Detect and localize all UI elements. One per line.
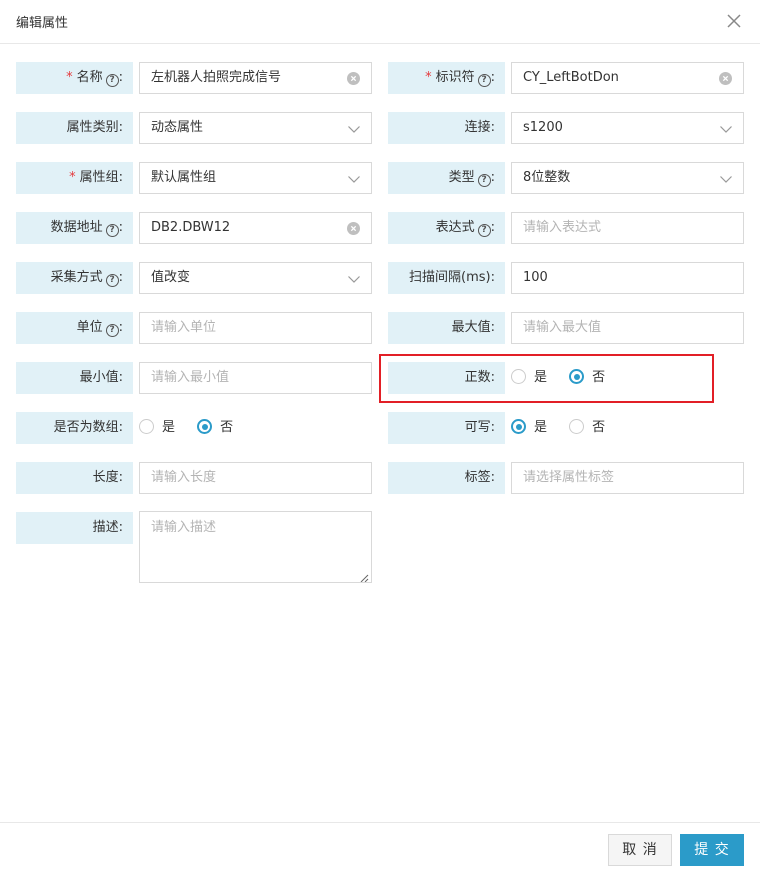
is-array-label: 是否为数组: [16,412,133,444]
radio-checked-icon[interactable] [511,419,526,434]
unit-label: 单位?: [16,312,133,344]
submit-button[interactable]: 提 交 [680,834,744,866]
chevron-down-icon [719,122,733,136]
scan-interval-label: 扫描间隔(ms): [388,262,505,294]
scan-interval-input[interactable]: 100 [511,262,744,294]
resize-handle-icon[interactable] [359,570,369,582]
description-textarea[interactable]: 请输入描述 [139,511,372,583]
length-input[interactable]: 请输入长度 [139,462,372,494]
chevron-down-icon [347,122,361,136]
required-mark: * [69,170,76,185]
radio-icon[interactable] [569,419,585,434]
collect-mode-label: 采集方式?: [16,262,133,294]
clear-icon[interactable] [347,72,360,85]
writable-radio-yes[interactable]: 是 [511,412,547,444]
help-icon[interactable]: ? [477,74,491,87]
help-icon[interactable]: ? [105,324,119,337]
type-select[interactable]: 8位整数 [511,162,744,194]
length-label: 长度: [16,462,133,494]
required-mark: * [425,70,432,85]
highlight-box [379,354,714,403]
identifier-label: * 标识符?: [388,62,505,94]
writable-radio-group: 是 否 [511,412,623,444]
max-value-label: 最大值: [388,312,505,344]
writable-radio-no[interactable]: 否 [569,412,605,444]
help-icon[interactable]: ? [477,174,491,187]
min-value-label: 最小值: [16,362,133,394]
collect-mode-select[interactable]: 值改变 [139,262,372,294]
min-value-input[interactable]: 请输入最小值 [139,362,372,394]
chevron-down-icon [347,272,361,286]
close-icon[interactable] [722,9,746,33]
clear-icon[interactable] [347,222,360,235]
dialog-title: 编辑属性 [16,16,69,31]
tags-label: 标签: [388,462,505,494]
attr-group-label: * 属性组: [16,162,133,194]
is-array-radio-yes[interactable]: 是 [139,412,175,444]
cancel-button[interactable]: 取 消 [608,834,672,866]
attr-category-label: 属性类别: [16,112,133,144]
description-label: 描述: [16,512,133,544]
unit-input[interactable]: 请输入单位 [139,312,372,344]
radio-checked-icon[interactable] [197,419,213,434]
max-value-input[interactable]: 请输入最大值 [511,312,744,344]
help-icon[interactable]: ? [105,74,119,87]
data-address-input[interactable]: DB2.DBW12 [139,212,372,244]
type-label: 类型?: [388,162,505,194]
data-address-label: 数据地址?: [16,212,133,244]
radio-icon[interactable] [139,419,154,434]
is-array-radio-group: 是 否 [139,412,251,444]
writable-label: 可写: [388,412,505,444]
clear-icon[interactable] [719,72,732,85]
tags-select[interactable]: 请选择属性标签 [511,462,744,494]
expression-label: 表达式?: [388,212,505,244]
name-input[interactable]: 左机器人拍照完成信号 [139,62,372,94]
required-mark: * [66,70,73,85]
help-icon[interactable]: ? [477,224,491,237]
help-icon[interactable]: ? [105,224,119,237]
attr-group-select[interactable]: 默认属性组 [139,162,372,194]
dialog-footer: 取 消 提 交 [0,822,760,874]
name-label: * 名称?: [16,62,133,94]
help-icon[interactable]: ? [105,274,119,287]
identifier-input[interactable]: CY_LeftBotDon [511,62,744,94]
attr-category-select[interactable]: 动态属性 [139,112,372,144]
chevron-down-icon [347,172,361,186]
chevron-down-icon [719,172,733,186]
expression-input[interactable]: 请输入表达式 [511,212,744,244]
connection-label: 连接: [388,112,505,144]
connection-select[interactable]: s1200 [511,112,744,144]
is-array-radio-no[interactable]: 否 [197,412,233,444]
dialog-header: 编辑属性 [0,0,760,44]
